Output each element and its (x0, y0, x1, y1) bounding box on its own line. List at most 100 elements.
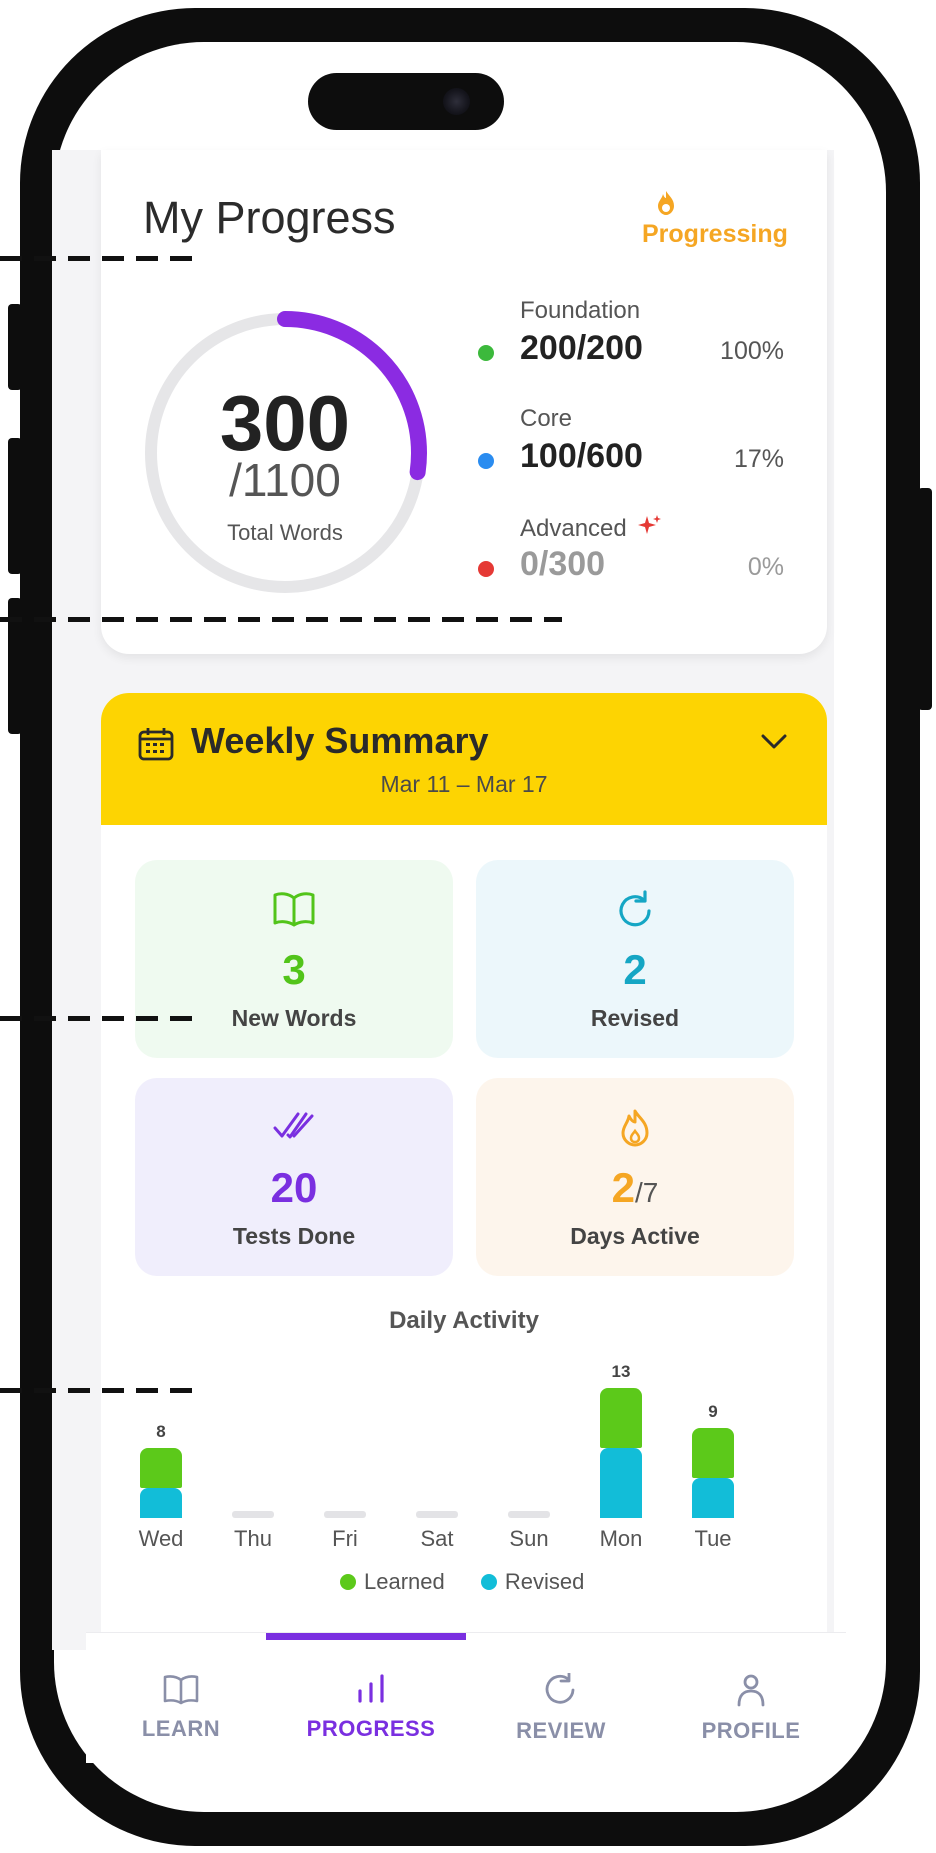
progress-ring: 300 /1100 Total Words (140, 308, 430, 598)
stat-value: 2 (623, 946, 647, 993)
stat-revised: 2 Revised (476, 860, 794, 1058)
bar-column-wed: 8 Wed (130, 1360, 190, 1580)
tab-profile[interactable]: PROFILE (656, 1673, 846, 1744)
dynamic-island (308, 73, 504, 130)
level-percent: 100% (720, 337, 784, 365)
bar-column-thu: Thu (222, 1360, 282, 1580)
tab-review[interactable]: REVIEW (466, 1671, 656, 1744)
legend-dot (480, 1574, 497, 1590)
stat-value: 2/7 (476, 1164, 794, 1212)
weekly-summary-title: Weekly Summary (191, 720, 489, 761)
level-foundation: Foundation 200/200 100% (470, 297, 800, 387)
annotation-line (0, 256, 204, 261)
page-title: My Progress (143, 192, 396, 243)
bar-column-sat: Sat (406, 1360, 466, 1580)
stat-label: Tests Done (232, 1223, 356, 1249)
stat-label: Days Active (570, 1223, 700, 1249)
stat-new-words: 3 New Words (135, 860, 453, 1058)
total-words-label: Total Words (227, 520, 343, 545)
stat-days-active: 2/7 Days Active (476, 1078, 794, 1276)
daily-activity-title: Daily Activity (389, 1307, 539, 1334)
active-tab-indicator (266, 1633, 466, 1640)
level-advanced: Advanced 0/300 0% (470, 513, 800, 603)
stat-label: Revised (590, 1005, 680, 1031)
tab-label: LEARN (141, 1716, 221, 1741)
level-dot (478, 453, 494, 469)
bar-empty (416, 1511, 458, 1518)
tab-label: PROGRESS (306, 1716, 436, 1741)
bar-total-label: 13 (611, 1362, 631, 1381)
level-name: Core (520, 405, 573, 432)
bar-day-label: Thu (234, 1526, 272, 1551)
bar-learned (692, 1428, 734, 1478)
level-percent: 0% (747, 553, 784, 581)
level-count: 200/200 (520, 329, 643, 367)
level-count: 0/300 (520, 545, 606, 583)
bar-column-mon: 13 Mon (590, 1360, 650, 1580)
bar-chart-icon (352, 1674, 390, 1709)
bar-revised (600, 1448, 642, 1518)
level-name: Foundation (520, 297, 641, 324)
total-words-value: /1100 (229, 454, 341, 506)
power-button (918, 488, 932, 710)
weekly-date-range: Mar 11 – Mar 17 (380, 771, 548, 797)
bar-column-tue: 9 Tue (682, 1360, 742, 1580)
level-name: Advanced (520, 514, 627, 542)
bar-revised (692, 1478, 734, 1518)
camera-icon (443, 88, 470, 115)
chevron-down-icon[interactable] (759, 731, 789, 756)
refresh-icon (542, 1671, 580, 1711)
bar-column-sun: Sun (498, 1360, 558, 1580)
weekly-summary-header[interactable]: Weekly Summary Mar 11 – Mar 17 (101, 693, 827, 825)
bottom-tab-bar: LEARN PROGRESS REVIEW PROFILE (86, 1632, 846, 1763)
stat-value: 3 (282, 946, 306, 993)
bar-column-fri: Fri (314, 1360, 374, 1580)
bar-day-label: Wed (138, 1526, 184, 1551)
level-dot (478, 345, 494, 361)
legend-revised: Revised (480, 1569, 585, 1594)
annotation-line (0, 1016, 204, 1021)
stat-value-number: 2 (611, 1164, 635, 1211)
bar-total-label: 9 (708, 1402, 718, 1421)
stat-tests-done: 20 Tests Done (135, 1078, 453, 1276)
bar-empty (232, 1511, 274, 1518)
chart-legend: Learned Revised (340, 1569, 614, 1595)
tab-label: REVIEW (516, 1718, 606, 1743)
bar-total-label: 8 (156, 1422, 166, 1441)
bar-day-label: Sun (509, 1526, 549, 1551)
book-icon (162, 1675, 200, 1709)
sparkle-icon (637, 513, 663, 546)
legend-learned: Learned (340, 1569, 445, 1594)
level-name-row: Advanced (520, 513, 663, 546)
open-book-icon (135, 890, 453, 933)
stat-value: 20 (270, 1164, 318, 1211)
bar-revised (140, 1488, 182, 1518)
status-badge-label: Progressing (642, 220, 788, 248)
tab-label: PROFILE (701, 1718, 801, 1743)
bar-learned (140, 1448, 182, 1488)
bar-learned (600, 1388, 642, 1448)
annotation-line (0, 617, 562, 622)
user-icon (732, 1674, 770, 1711)
level-dot (478, 561, 494, 577)
legend-dot (340, 1574, 356, 1590)
flame-icon (656, 190, 676, 221)
flame-icon (476, 1108, 794, 1153)
bar-empty (508, 1511, 550, 1518)
tab-progress[interactable]: PROGRESS (276, 1673, 466, 1742)
level-percent: 17% (733, 445, 784, 473)
tab-learn[interactable]: LEARN (86, 1673, 276, 1742)
bar-day-label: Mon (599, 1526, 643, 1551)
level-count: 100/600 (520, 437, 643, 475)
level-core: Core 100/600 17% (470, 405, 800, 495)
bar-day-label: Sat (420, 1526, 454, 1551)
calendar-icon (138, 727, 174, 766)
bar-day-label: Tue (694, 1526, 732, 1551)
annotation-line (0, 1388, 204, 1393)
stat-value-suffix: /7 (635, 1177, 659, 1208)
refresh-icon (476, 890, 794, 937)
legend-label: Revised (504, 1569, 585, 1594)
bar-day-label: Fri (332, 1526, 358, 1551)
status-badge: Progressing (642, 190, 792, 250)
legend-label: Learned (364, 1569, 445, 1594)
